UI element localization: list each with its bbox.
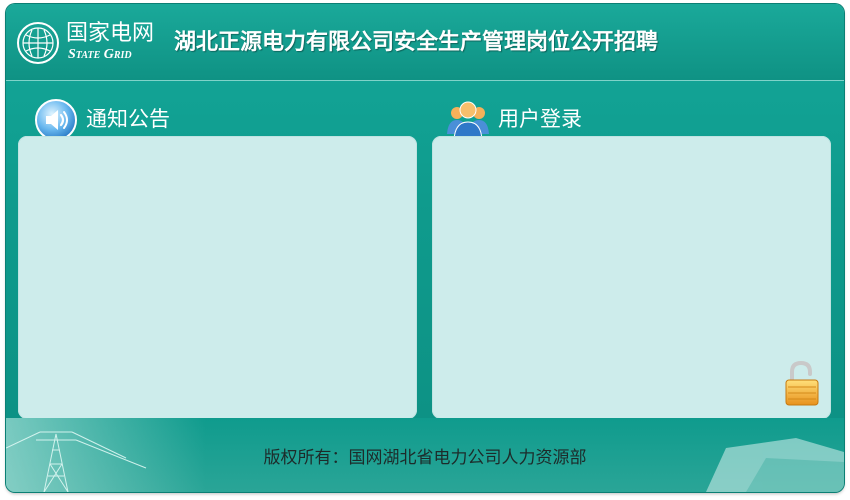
page-frame: 国家电网 State Grid 湖北正源电力有限公司安全生产管理岗位公开招聘 通…	[6, 4, 844, 492]
login-panel-title: 用户登录	[498, 107, 582, 131]
site-title: 湖北正源电力有限公司安全生产管理岗位公开招聘	[174, 30, 659, 55]
notice-panel-title: 通知公告	[86, 107, 170, 131]
notice-panel	[18, 136, 417, 419]
footer: 版权所有：国网湖北省电力公司人力资源部	[6, 418, 844, 492]
login-panel	[432, 136, 831, 419]
logo-english-name: State Grid	[68, 47, 132, 62]
logo-chinese-name: 国家电网	[66, 21, 155, 46]
lock-icon[interactable]	[782, 360, 822, 408]
globe-icon	[17, 22, 59, 64]
copyright-text: 版权所有：国网湖北省电力公司人力资源部	[263, 448, 587, 468]
header-bar: 国家电网 State Grid 湖北正源电力有限公司安全生产管理岗位公开招聘	[6, 4, 844, 81]
state-grid-logo: 国家电网 State Grid	[16, 21, 158, 65]
